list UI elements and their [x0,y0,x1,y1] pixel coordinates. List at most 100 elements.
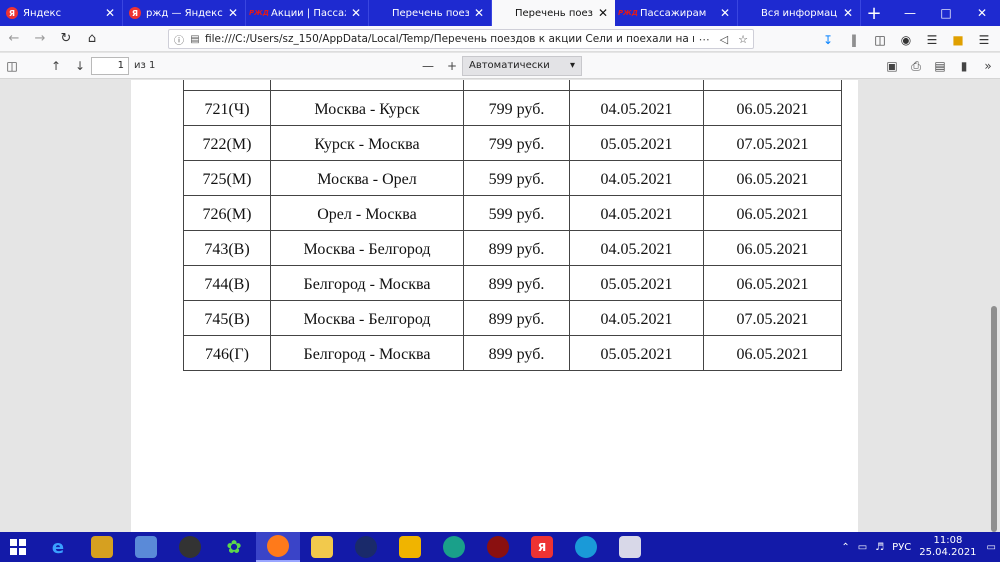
close-tab-icon[interactable]: ✕ [719,6,731,20]
taskbar-app-4[interactable] [168,532,212,562]
notifications-icon[interactable]: ▭ [987,542,996,553]
tab-1[interactable]: Я Яндекс ✕ [0,0,123,26]
app-icon [91,536,113,558]
download-icon[interactable]: ↧ [816,28,840,52]
taskbar-app-8[interactable] [344,532,388,562]
close-tab-icon[interactable]: ✕ [842,6,854,20]
route-cell: Москва - Белгород [270,230,464,266]
table-row: 721(Ч) Москва - Курск 799 руб. 04.05.2021 06… [183,90,842,126]
close-tab-icon[interactable]: ✕ [227,6,239,20]
start-button[interactable] [0,532,36,562]
app-icon [487,536,509,558]
bookmark-icon[interactable]: ▮ [952,55,976,77]
train-number-cell: 725(М) [183,160,271,196]
network-icon[interactable]: ▭ [858,542,867,553]
taskbar-app-3[interactable] [124,532,168,562]
new-tab-button[interactable]: + [861,0,887,26]
taskbar-app-2[interactable] [80,532,124,562]
save-icon[interactable]: ▤ [928,55,952,77]
print-icon[interactable]: ⎙ [904,55,928,77]
table-row-partial [183,80,842,91]
forward-button[interactable]: → [28,27,52,51]
taskbar-app-10[interactable] [432,532,476,562]
window-controls: — □ ✕ [892,0,1000,26]
favicon-icon [375,7,387,19]
presentation-icon[interactable]: ▣ [880,55,904,77]
train-number-cell: 743(В) [183,230,271,266]
taskbar-edge[interactable] [564,532,608,562]
sidebar-toggle-icon[interactable]: ◫ [0,55,24,77]
train-number-cell: 726(М) [183,195,271,231]
table-row: 726(М) Орел - Москва 599 руб. 04.05.2021 06.… [183,195,842,231]
tools-icon[interactable]: » [976,55,1000,77]
close-tab-icon[interactable]: ✕ [350,6,362,20]
taskbar-firefox[interactable] [256,532,300,562]
zoom-in-icon[interactable]: + [440,55,464,77]
taskbar-app-5[interactable]: ✿ [212,532,256,562]
cart-icon[interactable]: ☰ [920,28,944,52]
close-tab-icon[interactable]: ✕ [597,6,609,20]
taskbar-yandex[interactable]: Я [520,532,564,562]
library-icon[interactable]: ‖ [842,28,866,52]
tab-title: Акции | Пассажирам [271,7,346,19]
tab-title: Яндекс [23,7,62,19]
home-button[interactable]: ⌂ [80,27,104,51]
tab-7[interactable]: Вся информация п ✕ [738,0,861,26]
rzd-favicon-icon: РЖД [249,9,269,17]
page-actions-icon[interactable]: ⋯ [699,33,710,46]
menu-icon[interactable]: ☰ [972,28,996,52]
end-date-cell: 07.05.2021 [703,125,842,161]
start-date-cell: 05.05.2021 [569,125,704,161]
price-cell: 799 руб. [463,125,570,161]
taskbar-ie[interactable]: e [36,532,80,562]
chevron-down-icon: ▾ [569,60,575,71]
url-text[interactable]: file:///C:/Users/sz_150/AppData/Local/Te… [205,33,694,45]
close-tab-icon[interactable]: ✕ [473,6,485,20]
taskbar-app-11[interactable] [476,532,520,562]
maximize-button[interactable]: □ [928,0,964,26]
tab-title: ржд — Яндекс: нашлось [146,7,223,19]
tab-4[interactable]: Перечень поездов к акции ✕ [369,0,492,26]
address-bar[interactable]: ⓘ ▤ file:///C:/Users/sz_150/AppData/Loca… [168,29,754,49]
back-button[interactable]: ← [2,27,26,51]
bookmark-star-icon[interactable]: ☆ [738,33,748,46]
volume-icon[interactable]: ♬ [875,542,884,553]
notes-icon [399,536,421,558]
taskbar-explorer[interactable] [300,532,344,562]
taskbar-paint[interactable] [608,532,652,562]
close-window-button[interactable]: ✕ [964,0,1000,26]
zoom-select[interactable]: Автоматически ▾ [462,56,582,76]
clock[interactable]: 11:08 25.04.2021 [919,535,976,559]
next-page-icon[interactable]: ↓ [68,55,92,77]
chevron-up-icon[interactable]: ⌃ [841,542,849,553]
scrollbar-thumb[interactable] [991,306,997,532]
table-row: 743(В) Москва - Белгород 899 руб. 04.05.202… [183,230,842,266]
tab-2[interactable]: Яржд — Яндекс: нашлось ✕ [123,0,246,26]
minimize-button[interactable]: — [892,0,928,26]
close-tab-icon[interactable]: ✕ [104,6,116,20]
sidebar-icon[interactable]: ◫ [868,28,892,52]
zoom-select-value: Автоматически [469,60,550,71]
scrollbar[interactable] [988,80,1000,532]
taskbar-app-9[interactable] [388,532,432,562]
train-number-cell: 746(Г) [183,335,271,371]
prev-page-icon[interactable]: ↑ [44,55,68,77]
tab-3[interactable]: РЖДАкции | Пассажирам ✕ [246,0,369,26]
info-icon[interactable]: ⓘ [173,32,185,47]
extension-flag-icon[interactable]: ■ [946,28,970,52]
speaker-app-icon [135,536,157,558]
start-date-cell: 04.05.2021 [569,300,704,336]
language-indicator[interactable]: РУС [892,542,911,553]
extension-icon[interactable]: ◉ [894,28,918,52]
zoom-out-icon[interactable]: — [416,55,440,77]
tab-6[interactable]: РЖД Пассажирам ✕ [615,0,738,26]
price-cell: 899 руб. [463,230,570,266]
train-number-cell: 722(М) [183,125,271,161]
windows-icon [10,539,26,555]
tab-5[interactable]: Перечень поездов к акции ✕ [492,0,615,26]
train-number-cell: 744(В) [183,265,271,301]
reload-button[interactable]: ↻ [54,27,78,51]
page-number-input[interactable]: 1 [91,57,129,75]
edge-icon [575,536,597,558]
pocket-icon[interactable]: ◁ [720,33,728,46]
